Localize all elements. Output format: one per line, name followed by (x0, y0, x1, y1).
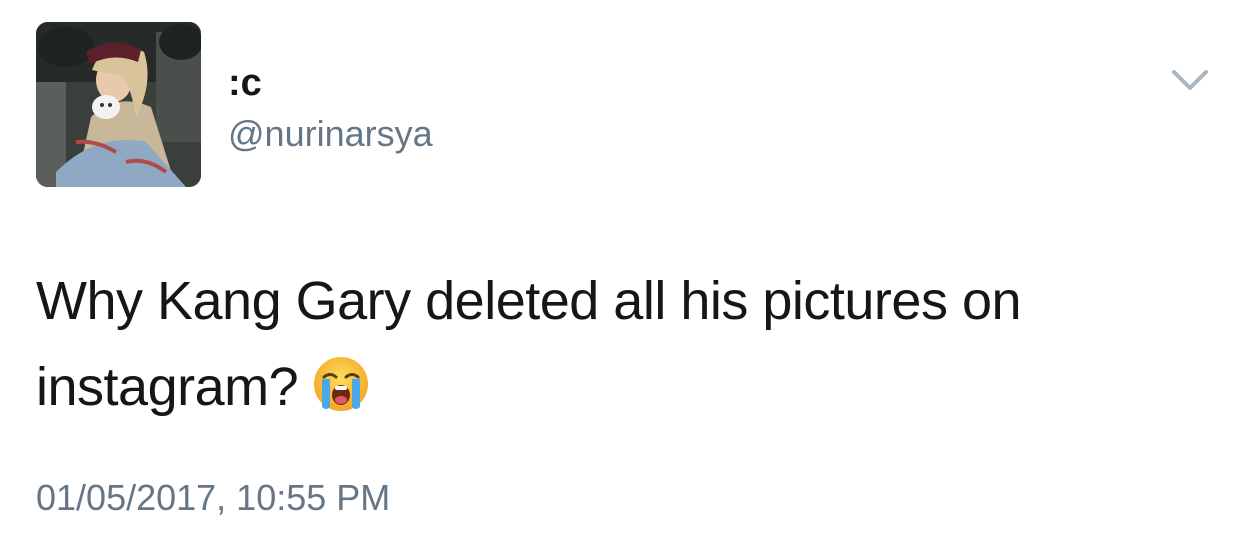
display-name[interactable]: :c (228, 60, 262, 106)
chevron-down-icon[interactable] (1168, 64, 1212, 100)
avatar[interactable] (36, 22, 201, 187)
loudly-crying-face-icon (312, 352, 370, 438)
tweet-card: :c @nurinarsya Why Kang Gary deleted all… (0, 0, 1235, 548)
tweet-timestamp[interactable]: 01/05/2017, 10:55 PM (36, 476, 390, 520)
tweet-text: Why Kang Gary deleted all his pictures o… (36, 258, 1206, 438)
avatar-photo (36, 22, 201, 187)
user-handle[interactable]: @nurinarsya (228, 112, 433, 156)
tweet-text-content: Why Kang Gary deleted all his pictures o… (36, 271, 1022, 417)
